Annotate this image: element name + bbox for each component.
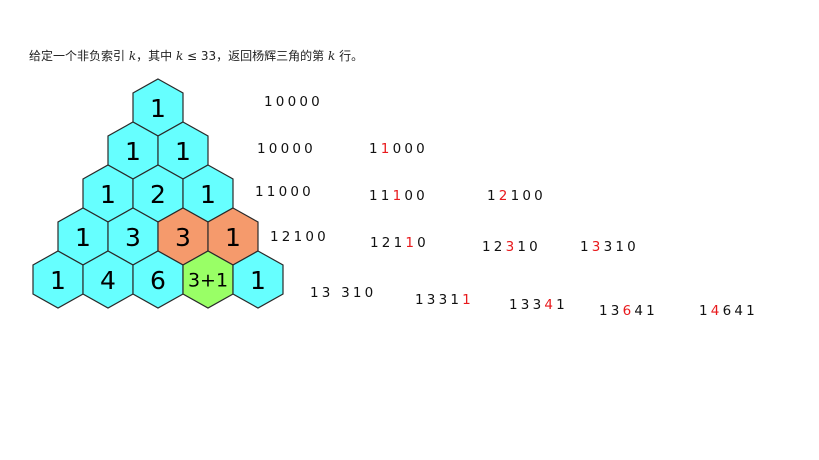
- step-digits: 310: [603, 239, 639, 255]
- step-digits: 11000: [255, 184, 314, 200]
- step-digits: 1: [487, 188, 499, 204]
- step-digit-highlight: 3: [591, 239, 604, 255]
- step-row-13: 13341: [509, 297, 568, 313]
- step-digit-highlight: 1: [392, 188, 405, 204]
- step-digit-highlight: 1: [462, 292, 474, 308]
- step-digits: 10000: [257, 141, 316, 157]
- step-digits: 1: [699, 303, 711, 319]
- step-digits: 11: [369, 188, 393, 204]
- step-row-12: 13311: [415, 292, 474, 308]
- step-row-7: 12100: [270, 229, 329, 245]
- step-digits: 1: [580, 239, 592, 255]
- hex-label-r4-c2: 6: [150, 266, 166, 295]
- hex-label-r4-c3: 3+1: [188, 270, 228, 292]
- step-row-3: 11000: [369, 141, 428, 157]
- step-digit-highlight: 4: [544, 297, 557, 313]
- step-digit-highlight: 4: [710, 303, 723, 319]
- hex-label-r3-c2: 3: [175, 223, 191, 252]
- step-row-10: 13310: [580, 239, 639, 255]
- step-row-11: 13 310: [310, 285, 376, 301]
- hex-label-r3-c0: 1: [75, 223, 91, 252]
- step-row-2: 10000: [257, 141, 316, 157]
- step-digit-highlight: 1: [380, 141, 393, 157]
- step-digits: 133: [509, 297, 545, 313]
- step-digits: 641: [722, 303, 758, 319]
- step-row-8: 12110: [370, 235, 429, 251]
- hex-label-r0-c0: 1: [150, 94, 166, 123]
- hex-label-r2-c0: 1: [100, 180, 116, 209]
- step-digits: 10: [517, 239, 541, 255]
- pascal-triangle-diagram: 11 11 2 11 3 3 11 4 6 3+1 1: [32, 78, 284, 309]
- step-digit-highlight: 6: [622, 303, 635, 319]
- step-digit-highlight: 3: [505, 239, 518, 255]
- step-row-5: 11100: [369, 188, 428, 204]
- hex-label-r4-c0: 1: [50, 266, 66, 295]
- step-digit-highlight: 1: [405, 235, 418, 251]
- step-digits: 41: [634, 303, 658, 319]
- hex-label-r2-c2: 1: [200, 180, 216, 209]
- step-digits: 000: [392, 141, 428, 157]
- step-row-6: 12100: [487, 188, 546, 204]
- hex-label-r3-c3: 1: [225, 223, 241, 252]
- step-digits: 1331: [415, 292, 463, 308]
- hex-label-r4-c4: 1: [250, 266, 266, 295]
- step-digits: 10000: [264, 94, 323, 110]
- step-digits: 1: [556, 297, 568, 313]
- step-row-9: 12310: [482, 239, 541, 255]
- step-digits: 121: [370, 235, 406, 251]
- hex-label-r1-c0: 1: [125, 137, 141, 166]
- hex-label-r4-c1: 4: [100, 266, 116, 295]
- step-digits: 1: [369, 141, 381, 157]
- step-row-14: 13641: [599, 303, 658, 319]
- step-digits: 13: [599, 303, 623, 319]
- step-row-15: 14641: [699, 303, 758, 319]
- step-row-1: 10000: [264, 94, 323, 110]
- step-digit-highlight: 2: [498, 188, 511, 204]
- hex-label-r1-c1: 1: [175, 137, 191, 166]
- hex-label-r3-c1: 3: [125, 223, 141, 252]
- step-digits: 12: [482, 239, 506, 255]
- step-row-4: 11000: [255, 184, 314, 200]
- step-digits: 00: [404, 188, 428, 204]
- hex-label-r2-c1: 2: [150, 180, 166, 209]
- step-digits: 100: [510, 188, 546, 204]
- step-digits: 0: [417, 235, 429, 251]
- step-digits: 13 310: [310, 285, 377, 301]
- step-digits: 12100: [270, 229, 329, 245]
